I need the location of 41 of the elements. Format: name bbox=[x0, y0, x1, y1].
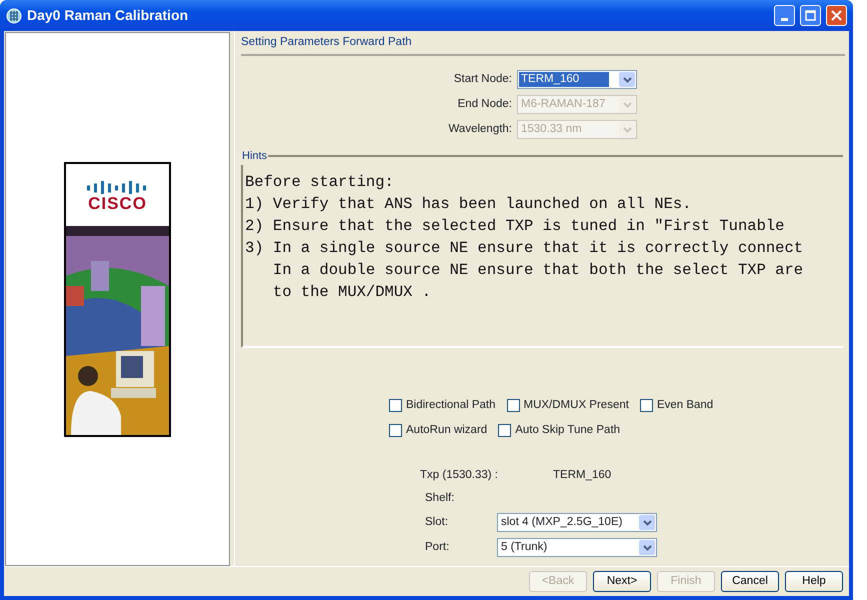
field-label: Start Node: bbox=[452, 72, 513, 88]
minimize-icon bbox=[781, 18, 788, 21]
maximize-button[interactable] bbox=[800, 5, 821, 26]
field-label: End Node: bbox=[456, 97, 513, 112]
checkbox-option[interactable]: AutoRun wizard bbox=[389, 422, 488, 439]
caret-icon bbox=[622, 102, 632, 108]
window-title: Day0 Raman Calibration bbox=[27, 6, 190, 25]
maximize-icon bbox=[805, 10, 816, 21]
dropdown[interactable]: slot 4 (MXP_2.5G_10E) bbox=[497, 513, 657, 532]
caret-icon bbox=[642, 544, 652, 551]
field-value: TERM_160 bbox=[553, 468, 612, 483]
checkbox-option[interactable]: MUX/DMUX Present bbox=[506, 397, 629, 414]
checkbox-option[interactable]: Even Band bbox=[640, 397, 714, 414]
checkbox-option[interactable]: Auto Skip Tune Path bbox=[498, 422, 620, 439]
hint-line: In a double source NE ensure that both the select TXP are bbox=[272, 260, 804, 282]
hint-line: to the MUX/DMUX . bbox=[272, 282, 432, 304]
close-icon bbox=[831, 10, 842, 21]
checkbox-option[interactable]: Bidirectional Path bbox=[389, 397, 496, 414]
caret-icon bbox=[622, 126, 632, 133]
wizard-button[interactable]: Next> bbox=[593, 571, 651, 592]
hint-line: 3) In a single source NE ensure that it is correctly connect bbox=[245, 238, 804, 260]
dropdown[interactable]: TERM_160 bbox=[517, 70, 637, 90]
logo-text: CISCO bbox=[88, 194, 147, 212]
caret-icon bbox=[642, 520, 652, 526]
close-button[interactable] bbox=[826, 5, 847, 26]
minimize-button[interactable] bbox=[774, 5, 795, 26]
hint-line: 2) Ensure that the selected TXP is tuned in "First Tunable bbox=[245, 216, 786, 238]
hints-legend: Hints bbox=[241, 148, 268, 165]
dropdown[interactable]: 5 (Trunk) bbox=[497, 538, 657, 558]
hint-line: Before starting: bbox=[245, 172, 395, 194]
hint-line: 1) Verify that ANS has been launched on all NEs. bbox=[245, 194, 692, 216]
field-label: Port: bbox=[424, 540, 450, 556]
wizard-button[interactable]: Cancel bbox=[721, 571, 779, 592]
field-label: Wavelength: bbox=[448, 122, 513, 138]
section-title: Setting Parameters Forward Path bbox=[241, 32, 845, 56]
caret-icon bbox=[622, 76, 632, 83]
field-label: Txp (1530.33) : bbox=[420, 468, 499, 483]
field-label: Shelf: bbox=[425, 491, 454, 506]
app-icon bbox=[6, 8, 22, 24]
field-label: Slot: bbox=[424, 515, 450, 530]
wizard-button[interactable]: Help bbox=[785, 571, 843, 592]
